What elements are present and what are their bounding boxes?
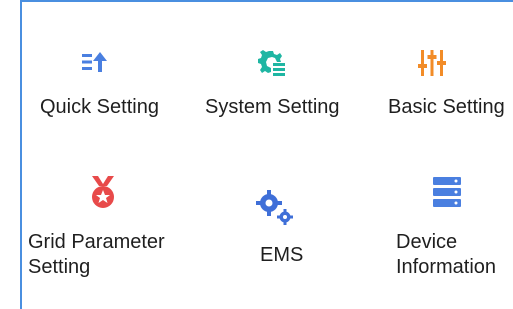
basic-setting-icon	[418, 48, 446, 83]
menu-item-ems[interactable]: EMS	[230, 180, 330, 285]
ems-icon	[256, 190, 296, 231]
menu-item-quick-setting[interactable]: Quick Setting	[30, 40, 190, 140]
quick-setting-label: Quick Setting	[40, 96, 159, 118]
device-information-label: Device Information	[396, 231, 497, 278]
menu-item-system-setting[interactable]: System Setting	[200, 40, 365, 140]
menu-item-basic-setting[interactable]: Basic Setting	[380, 40, 513, 140]
device-information-icon	[432, 176, 462, 213]
system-setting-icon	[257, 48, 287, 83]
menu-item-device-information[interactable]: Device Information	[390, 170, 513, 285]
basic-setting-label: Basic Setting	[388, 96, 505, 118]
panel-border-left	[20, 0, 22, 309]
panel-border-top	[20, 0, 513, 2]
menu-item-grid-parameter-setting[interactable]: Grid Parameter Setting	[26, 170, 196, 285]
grid-parameter-setting-label: Grid Parameter Setting	[28, 231, 165, 278]
grid-parameter-icon	[88, 174, 118, 215]
quick-setting-icon	[80, 48, 108, 81]
system-setting-label: System Setting	[205, 96, 340, 118]
ems-label: EMS	[260, 244, 304, 266]
